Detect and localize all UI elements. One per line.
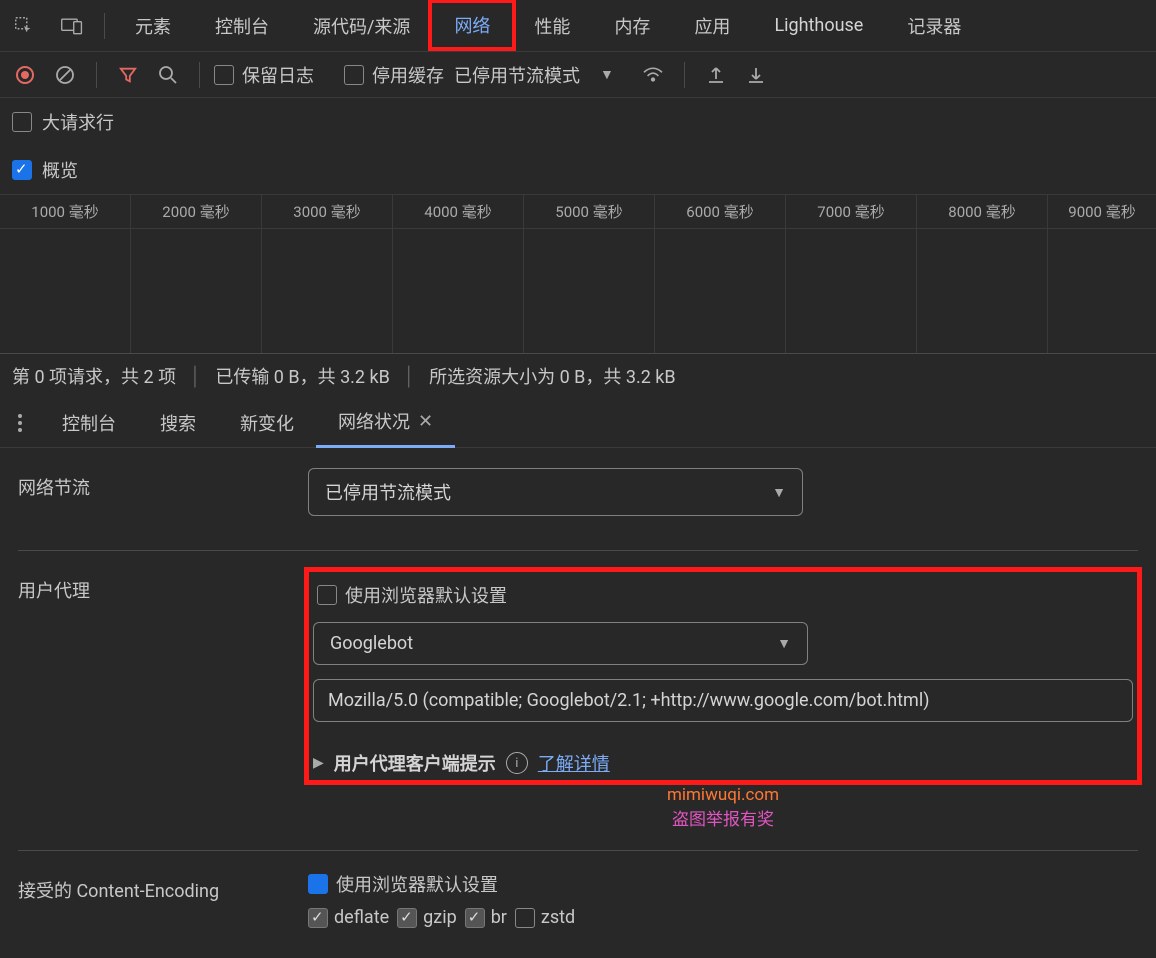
option-big-request-rows[interactable]: 大请求行 [0,98,1156,146]
ua-string-input[interactable] [313,679,1133,722]
separator [199,62,200,88]
client-hints-row[interactable]: ▶ 用户代理客户端提示 i 了解详情 [313,750,1133,776]
option-overview[interactable]: 概览 [0,146,1156,194]
device-icon[interactable] [48,0,96,52]
download-icon[interactable] [739,58,773,92]
timeline-tick: 3000 毫秒 [262,201,392,229]
encoding-deflate[interactable]: deflate [308,907,389,928]
tab-recorder[interactable]: 记录器 [885,0,983,52]
big-request-rows-label: 大请求行 [42,109,114,135]
tab-network[interactable]: 网络 [428,0,516,51]
more-icon[interactable] [0,413,40,433]
ua-preset-select[interactable]: Googlebot ▼ [313,622,808,665]
separator [96,62,97,88]
encoding-br[interactable]: br [465,907,507,928]
timeline-tick: 6000 毫秒 [655,201,785,229]
watermark-line1: mimiwuqi.com [308,785,1138,805]
tab-lighthouse[interactable]: Lighthouse [752,0,885,52]
info-icon[interactable]: i [506,752,528,774]
throttle-select[interactable]: 已停用节流模式 ▼ [308,468,803,516]
encoding-default-label: 使用浏览器默认设置 [336,871,498,897]
timeline-tick: 9000 毫秒 [1048,201,1156,229]
content-encoding-row: 接受的 Content-Encoding 使用浏览器默认设置 deflate g… [18,851,1138,948]
wifi-icon[interactable] [636,58,670,92]
overview-label: 概览 [42,157,78,183]
chevron-down-icon[interactable]: ▼ [600,66,614,83]
drawer-tab-changes[interactable]: 新变化 [218,398,316,448]
devtools-main-tabs: 元素 控制台 源代码/来源 网络 性能 内存 应用 Lighthouse 记录器 [0,0,1156,52]
network-status-bar: 第 0 项请求，共 2 项 │ 已传输 0 B，共 3.2 kB │ 所选资源大… [0,354,1156,398]
drawer-tab-console[interactable]: 控制台 [40,398,138,448]
preserve-log-label: 保留日志 [242,62,314,88]
timeline-tick: 8000 毫秒 [917,201,1047,229]
encoding-gzip[interactable]: gzip [397,907,457,928]
learn-more-link[interactable]: 了解详情 [538,750,610,776]
separator [104,13,105,39]
tab-application[interactable]: 应用 [672,0,752,52]
search-icon[interactable] [151,58,185,92]
preserve-log-checkbox[interactable]: 保留日志 [214,62,314,88]
content-encoding-label: 接受的 Content-Encoding [18,871,308,903]
throttle-row: 网络节流 已停用节流模式 ▼ [18,448,1138,551]
disable-cache-label: 停用缓存 [372,62,444,88]
disable-cache-checkbox[interactable]: 停用缓存 [344,62,444,88]
tab-performance[interactable]: 性能 [512,0,592,52]
status-requests: 第 0 项请求，共 2 项 [12,363,176,389]
drawer-tab-search[interactable]: 搜索 [138,398,218,448]
timeline-tick: 5000 毫秒 [524,201,654,229]
timeline-overview[interactable]: 1000 毫秒 2000 毫秒 3000 毫秒 4000 毫秒 5000 毫秒 … [0,194,1156,354]
highlight-box: 使用浏览器默认设置 Googlebot ▼ ▶ 用户代理客户端提示 i 了解详情 [304,567,1142,785]
tab-memory[interactable]: 内存 [592,0,672,52]
encoding-zstd[interactable]: zstd [515,907,575,928]
status-transferred: 已传输 0 B，共 3.2 kB [215,363,390,389]
throttle-label: 网络节流 [18,468,308,500]
ua-default-checkbox[interactable]: 使用浏览器默认设置 [313,576,1133,622]
filter-icon[interactable] [111,58,145,92]
record-button[interactable] [8,58,42,92]
encoding-default-checkbox[interactable]: 使用浏览器默认设置 [308,871,1138,897]
watermark: mimiwuqi.com 盗图举报有奖 [308,785,1138,830]
drawer-tab-label: 网络状况 [338,408,410,434]
chevron-down-icon: ▼ [772,484,786,501]
ua-default-label: 使用浏览器默认设置 [345,582,507,608]
drawer-tabs: 控制台 搜索 新变化 网络状况 ✕ [0,398,1156,448]
tab-sources[interactable]: 源代码/来源 [291,0,432,52]
user-agent-row: 用户代理 使用浏览器默认设置 Googlebot ▼ ▶ 用户代理客户端提示 i… [18,551,1138,850]
clear-button[interactable] [48,58,82,92]
tab-elements[interactable]: 元素 [113,0,193,52]
throttle-value: 已停用节流模式 [325,479,451,505]
client-hints-label: 用户代理客户端提示 [334,750,496,776]
close-icon[interactable]: ✕ [418,411,433,432]
inspect-icon[interactable] [0,0,48,52]
network-conditions-panel: 网络节流 已停用节流模式 ▼ 用户代理 使用浏览器默认设置 Googlebot … [0,448,1156,948]
timeline-tick: 7000 毫秒 [786,201,916,229]
upload-icon[interactable] [699,58,733,92]
timeline-tick: 4000 毫秒 [393,201,523,229]
watermark-line2: 盗图举报有奖 [308,805,1138,830]
tab-console[interactable]: 控制台 [193,0,291,52]
throttle-dropdown[interactable]: 已停用节流模式 [454,62,580,88]
status-selected: 所选资源大小为 0 B，共 3.2 kB [429,363,676,389]
separator [684,62,685,88]
timeline-tick: 2000 毫秒 [131,201,261,229]
timeline-tick: 1000 毫秒 [0,201,130,229]
drawer-tab-network-conditions[interactable]: 网络状况 ✕ [316,398,455,448]
chevron-down-icon: ▼ [777,635,791,652]
expand-triangle-icon[interactable]: ▶ [313,755,324,771]
user-agent-label: 用户代理 [18,571,308,603]
encoding-options: deflate gzip br zstd [308,907,1138,928]
ua-preset-value: Googlebot [330,633,413,654]
network-toolbar: 保留日志 停用缓存 已停用节流模式 ▼ [0,52,1156,98]
